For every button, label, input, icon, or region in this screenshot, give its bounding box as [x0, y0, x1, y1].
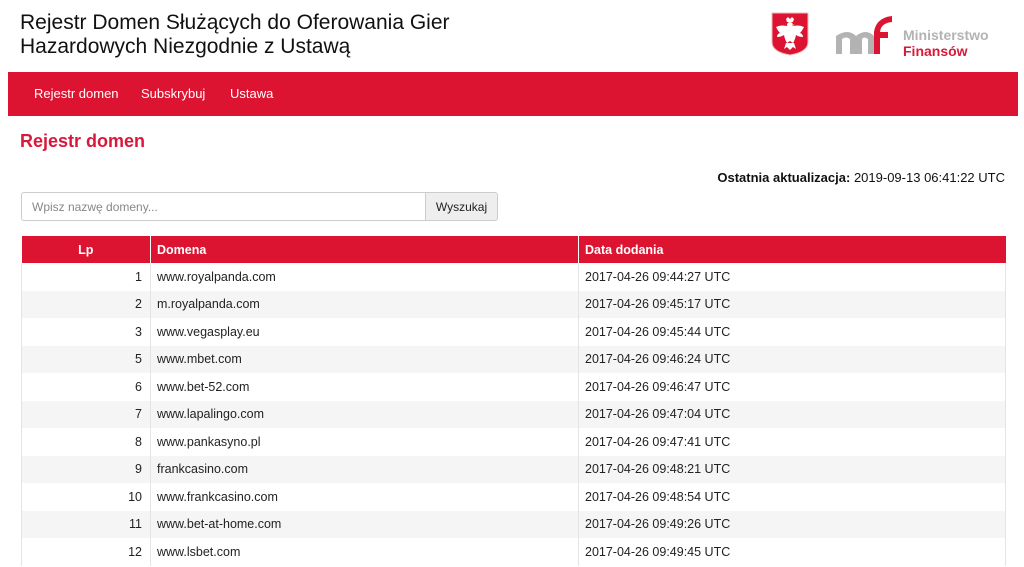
- row-lp: 8: [21, 428, 151, 456]
- row-domain: www.lapalingo.com: [150, 400, 579, 428]
- row-date: 2017-04-26 09:46:24 UTC: [585, 352, 731, 367]
- row-date: 2017-04-26 09:44:27 UTC: [585, 269, 731, 284]
- row-date: 2017-04-26 09:45:44 UTC: [585, 324, 731, 339]
- polish-eagle-emblem-icon: [771, 12, 809, 56]
- row-domain: www.bet-at-home.com: [150, 510, 579, 538]
- site-header: Rejestr Domen Służących do Oferowania Gi…: [0, 0, 1024, 72]
- row-lp: 5: [21, 345, 151, 373]
- row-lp: 12: [21, 538, 151, 566]
- column-header-date[interactable]: Data dodania: [578, 236, 1006, 263]
- main-navbar: Rejestr domen Subskrybuj Ustawa: [8, 72, 1018, 116]
- row-domain: frankcasino.com: [150, 455, 579, 483]
- table-body: 1 www.royalpanda.com 2017-04-26 09:44:27 U…: [21, 263, 1006, 566]
- domain-table: Lp Domena Data dodania 1 www.royalpanda.c…: [21, 236, 1006, 566]
- row-lp: 10: [21, 483, 151, 511]
- row-date: 2017-04-26 09:48:54 UTC: [585, 489, 731, 504]
- nav-item-ustawa[interactable]: Ustawa: [230, 72, 273, 116]
- row-date: 2017-04-26 09:47:41 UTC: [585, 434, 731, 449]
- last-update-value: 2019-09-13 06:41:22 UTC: [853, 170, 1005, 185]
- row-date: 2017-04-26 09:48:21 UTC: [585, 462, 731, 477]
- column-header-domain[interactable]: Domena: [150, 236, 579, 263]
- table-row: 3 www.vegasplay.eu 2017-04-26 09:45:44 UTC: [21, 318, 1006, 346]
- row-date: 2017-04-26 09:47:04 UTC: [585, 407, 731, 422]
- row-date: 2017-04-26 09:46:47 UTC: [585, 379, 731, 394]
- row-domain: www.lsbet.com: [150, 538, 579, 566]
- row-date: 2017-04-26 09:49:26 UTC: [585, 517, 731, 532]
- row-lp: 9: [21, 455, 151, 483]
- row-date: 2017-04-26 09:45:17 UTC: [585, 297, 731, 312]
- table-row: 10 www.frankcasino.com 2017-04-26 09:48:54…: [21, 483, 1006, 511]
- row-domain: www.frankcasino.com: [150, 483, 579, 511]
- row-date: 2017-04-26 09:49:45 UTC: [585, 544, 731, 559]
- table-row: 2 m.royalpanda.com 2017-04-26 09:45:17 UTC: [21, 290, 1006, 318]
- column-header-lp[interactable]: Lp: [21, 236, 151, 263]
- page-title: Rejestr domen: [20, 131, 146, 151]
- row-lp: 1: [21, 263, 151, 291]
- table-row: 9 frankcasino.com 2017-04-26 09:48:21 UTC: [21, 455, 1006, 483]
- table-row: 1 www.royalpanda.com 2017-04-26 09:44:27 U…: [21, 263, 1006, 291]
- row-domain: www.pankasyno.pl: [150, 428, 579, 456]
- nav-item-subskrybuj[interactable]: Subskrybuj: [141, 72, 205, 116]
- row-domain: www.royalpanda.com: [150, 263, 579, 291]
- table-row: 11 www.bet-at-home.com 2017-04-26 09:49:26…: [21, 510, 1006, 538]
- nav-item-rejestr-domen[interactable]: Rejestr domen: [34, 72, 119, 116]
- ministry-name: Ministerstwo Finansów: [903, 27, 989, 59]
- table-row: 6 www.bet-52.com 2017-04-26 09:46:47 UTC: [21, 373, 1006, 401]
- row-lp: 2: [21, 290, 151, 318]
- last-update: Ostatnia aktualizacja: 2019-09-13 06:41:…: [717, 170, 1005, 185]
- ministry-line1: Ministerstwo: [903, 27, 989, 43]
- site-title: Rejestr Domen Służących do Oferowania Gi…: [20, 11, 450, 58]
- row-domain: m.royalpanda.com: [150, 290, 579, 318]
- domain-search-input[interactable]: [21, 192, 425, 221]
- row-domain: www.mbet.com: [150, 345, 579, 373]
- mf-logo-icon: [836, 16, 892, 54]
- row-domain: www.bet-52.com: [150, 373, 579, 401]
- row-lp: 3: [21, 318, 151, 346]
- row-domain: www.vegasplay.eu: [150, 318, 579, 346]
- table-header-row: Lp Domena Data dodania: [21, 236, 1006, 263]
- table-row: 12 www.lsbet.com 2017-04-26 09:49:45 UTC: [21, 538, 1006, 566]
- table-row: 5 www.mbet.com 2017-04-26 09:46:24 UTC: [21, 345, 1006, 373]
- row-lp: 11: [21, 510, 151, 538]
- row-lp: 6: [21, 373, 151, 401]
- ministry-line2: Finansów: [903, 43, 968, 59]
- domain-table-wrapper: Lp Domena Data dodania 1 www.royalpanda.c…: [21, 236, 1006, 566]
- search-button[interactable]: Wyszukaj: [425, 192, 498, 221]
- row-lp: 7: [21, 400, 151, 428]
- table-row: 7 www.lapalingo.com 2017-04-26 09:47:04 UT…: [21, 400, 1006, 428]
- last-update-label: Ostatnia aktualizacja:: [717, 170, 851, 185]
- table-row: 8 www.pankasyno.pl 2017-04-26 09:47:41 UTC: [21, 428, 1006, 456]
